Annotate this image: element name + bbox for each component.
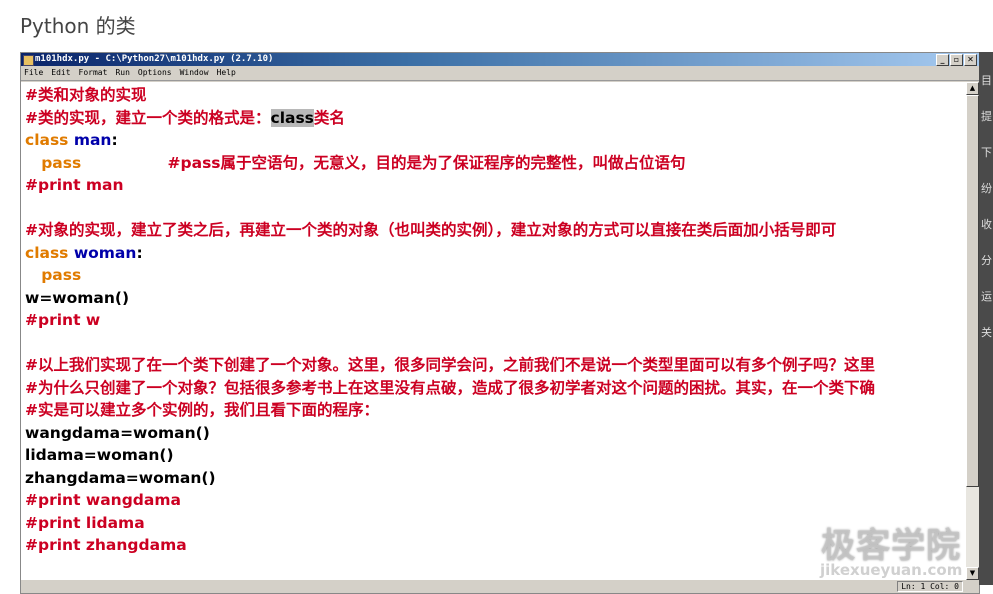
class-name: woman: [73, 243, 137, 262]
sidebar-item[interactable]: 关: [981, 324, 993, 340]
menu-format[interactable]: Format: [79, 66, 108, 80]
watermark-cn: 极客学院: [821, 526, 962, 566]
comment: #print man: [25, 176, 124, 194]
code-line: class woman:: [25, 242, 875, 265]
menu-options[interactable]: Options: [138, 66, 172, 80]
code-line: #对象的实现，建立了类之后，再建立一个类的对象（也叫类的实例），建立对象的方式可…: [25, 219, 875, 242]
code-line: lidama=woman(): [25, 444, 875, 467]
keyword: class: [25, 131, 74, 149]
code-line: #print zhangdama: [25, 534, 875, 557]
cursor-position: Ln: 1 Col: 0: [897, 581, 963, 592]
scroll-down-arrow-icon[interactable]: ▼: [966, 567, 979, 580]
code-line: #print wangdama: [25, 489, 875, 512]
keyword: pass: [25, 266, 82, 284]
code-token: lidama=woman(): [25, 446, 174, 464]
comment: #print wangdama: [25, 491, 181, 509]
code-text[interactable]: #类和对象的实现 #类的实现，建立一个类的格式是：class类名 class man…: [25, 84, 875, 557]
window-title: m101hdx.py - C:\Python27\m101hdx.py (2.7…: [35, 54, 274, 64]
code-token: zhangdama=woman(): [25, 468, 216, 487]
code-line: pass #pass属于空语句，无意义，目的是为了保证程序的完整性，叫做占位语句: [25, 152, 875, 175]
restore-button[interactable]: ▫: [950, 54, 963, 66]
sidebar-item[interactable]: 分: [981, 252, 993, 268]
comment: #以上我们实现了在一个类下创建了一个对象。这里，很多同学会问，之前我们不是说一个…: [25, 356, 875, 374]
selected-text: class: [270, 108, 314, 127]
sidebar-item[interactable]: 收: [981, 216, 993, 232]
code-line: wangdama=woman(): [25, 422, 875, 445]
comment: #为什么只创建了一个对象？包括很多参考书上在这里没有点破，造成了很多初学者对这个…: [25, 378, 875, 397]
comment: 类名: [313, 108, 345, 127]
menu-edit[interactable]: Edit: [51, 66, 70, 80]
sidebar-item[interactable]: 纷: [981, 180, 993, 196]
close-button[interactable]: ✕: [964, 54, 977, 66]
status-bar: Ln: 1 Col: 0: [21, 580, 979, 593]
watermark-url: jikexueyuan.com: [820, 561, 963, 579]
comment: #print w: [25, 311, 101, 329]
keyword: class: [25, 243, 74, 262]
code-line: #实是可以建立多个实例的，我们且看下面的程序：: [25, 399, 875, 422]
code-line: zhangdama=woman(): [25, 467, 875, 490]
code-line: class man:: [25, 129, 875, 152]
code-line: #以上我们实现了在一个类下创建了一个对象。这里，很多同学会问，之前我们不是说一个…: [25, 354, 875, 377]
page-title: Python 的类: [20, 14, 136, 38]
title-bar: m101hdx.py - C:\Python27\m101hdx.py (2.7…: [21, 53, 979, 66]
scroll-thumb[interactable]: [966, 95, 979, 487]
comment: #print lidama: [25, 513, 145, 532]
code-token: :: [111, 131, 118, 149]
sidebar-item[interactable]: 提: [981, 108, 993, 124]
vertical-scrollbar[interactable]: ▲ ▼: [966, 82, 979, 580]
comment: #对象的实现，建立了类之后，再建立一个类的对象（也叫类的实例），建立对象的方式可…: [25, 221, 837, 239]
sidebar-item[interactable]: 目: [981, 72, 993, 88]
comment: #pass属于空语句，无意义，目的是为了保证程序的完整性，叫做占位语句: [81, 153, 686, 172]
comment: #类的实现，建立一个类的格式是：: [25, 108, 271, 127]
class-name: man: [73, 131, 112, 149]
code-line: #print man: [25, 174, 875, 197]
menu-run[interactable]: Run: [115, 66, 129, 80]
code-line: pass: [25, 264, 875, 287]
minimize-button[interactable]: _: [936, 54, 949, 66]
code-line: #类和对象的实现: [25, 84, 875, 107]
menu-file[interactable]: File: [24, 66, 43, 80]
code-line: #print lidama: [25, 512, 875, 535]
menu-help[interactable]: Help: [217, 66, 236, 80]
comment: #实是可以建立多个实例的，我们且看下面的程序：: [25, 401, 379, 419]
code-token: w=woman(): [25, 288, 130, 307]
code-token: :: [136, 243, 143, 262]
code-line: w=woman(): [25, 287, 875, 310]
keyword: pass: [25, 153, 82, 172]
code-line: #为什么只创建了一个对象？包括很多参考书上在这里没有点破，造成了很多初学者对这个…: [25, 377, 875, 400]
code-line: #print w: [25, 309, 875, 332]
code-editor[interactable]: #类和对象的实现 #类的实现，建立一个类的格式是：class类名 class man…: [21, 82, 966, 580]
code-line: #类的实现，建立一个类的格式是：class类名: [25, 107, 875, 130]
menu-bar: File Edit Format Run Options Window Help: [21, 66, 979, 81]
python-file-icon: [23, 55, 34, 66]
menu-window[interactable]: Window: [180, 66, 209, 80]
code-token: wangdama=woman(): [25, 423, 210, 442]
comment: #print zhangdama: [25, 536, 187, 554]
page-sidebar: 目提下纷收分运关: [979, 52, 993, 585]
scroll-up-arrow-icon[interactable]: ▲: [966, 82, 979, 95]
watermark-logo: 极客学院 jikexueyuan.com: [820, 518, 962, 579]
idle-editor-window: m101hdx.py - C:\Python27\m101hdx.py (2.7…: [20, 52, 980, 594]
sidebar-item[interactable]: 运: [981, 288, 993, 304]
comment: #类和对象的实现: [25, 86, 147, 104]
sidebar-item[interactable]: 下: [981, 144, 993, 160]
